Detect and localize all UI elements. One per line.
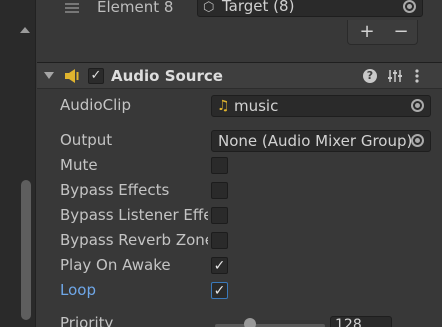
loop-label: Loop: [60, 281, 96, 299]
add-element-button[interactable]: +: [350, 20, 384, 44]
priority-slider-knob[interactable]: [244, 318, 256, 327]
hierarchy-scrollbar[interactable]: [0, 0, 36, 327]
drag-handle-icon[interactable]: [65, 3, 79, 13]
loop-checkbox[interactable]: ✓: [211, 282, 228, 299]
more-options-icon[interactable]: [409, 68, 425, 84]
inspector-panel: Element 8 ⬡ Target (8) + − ✓ Audio Sourc…: [37, 0, 442, 327]
audioclip-field[interactable]: ♫ music: [211, 95, 431, 117]
play-on-awake-label: Play On Awake: [60, 256, 171, 274]
object-picker-icon[interactable]: [403, 0, 416, 13]
audio-source-speaker-icon: [65, 69, 79, 83]
audio-source-header[interactable]: ✓ Audio Source ?: [37, 62, 442, 89]
array-element-row: Element 8 ⬡ Target (8): [37, 0, 442, 18]
priority-label: Priority: [60, 314, 114, 327]
output-picker-icon[interactable]: [411, 134, 424, 147]
scroll-up-arrow-icon[interactable]: [20, 27, 30, 33]
target-object-field[interactable]: ⬡ Target (8): [197, 0, 423, 17]
priority-value-field[interactable]: 128: [330, 316, 392, 327]
bypass-effects-checkbox[interactable]: [211, 182, 228, 199]
foldout-arrow-icon[interactable]: [44, 72, 54, 79]
component-enabled-checkbox[interactable]: ✓: [88, 68, 104, 84]
component-title: Audio Source: [111, 67, 223, 85]
bypass-listener-effects-checkbox[interactable]: [211, 207, 228, 224]
cube-icon: ⬡: [203, 0, 215, 15]
target-object-value: Target (8): [222, 0, 295, 15]
audioclip-value: music: [234, 97, 279, 115]
help-icon[interactable]: ?: [363, 69, 377, 83]
music-note-icon: ♫: [217, 98, 230, 114]
array-add-remove-buttons: + −: [347, 20, 418, 45]
presets-sliders-icon[interactable]: [387, 68, 403, 84]
bypass-reverb-zones-checkbox[interactable]: [211, 232, 228, 249]
bypass-reverb-zones-label: Bypass Reverb Zone: [60, 231, 208, 249]
audioclip-label: AudioClip: [60, 96, 131, 114]
mute-checkbox[interactable]: [211, 157, 228, 174]
bypass-listener-effects-label: Bypass Listener Effe: [60, 206, 208, 224]
output-field[interactable]: None (Audio Mixer Group): [211, 130, 431, 152]
array-element-label: Element 8: [97, 0, 174, 16]
priority-value: 128: [335, 317, 362, 327]
remove-element-button[interactable]: −: [384, 20, 418, 44]
scroll-thumb[interactable]: [21, 180, 31, 320]
mute-label: Mute: [60, 156, 98, 174]
output-label: Output: [60, 131, 113, 149]
play-on-awake-checkbox[interactable]: ✓: [211, 257, 228, 274]
audioclip-picker-icon[interactable]: [411, 99, 424, 112]
bypass-effects-label: Bypass Effects: [60, 181, 170, 199]
output-value: None (Audio Mixer Group): [218, 132, 413, 150]
